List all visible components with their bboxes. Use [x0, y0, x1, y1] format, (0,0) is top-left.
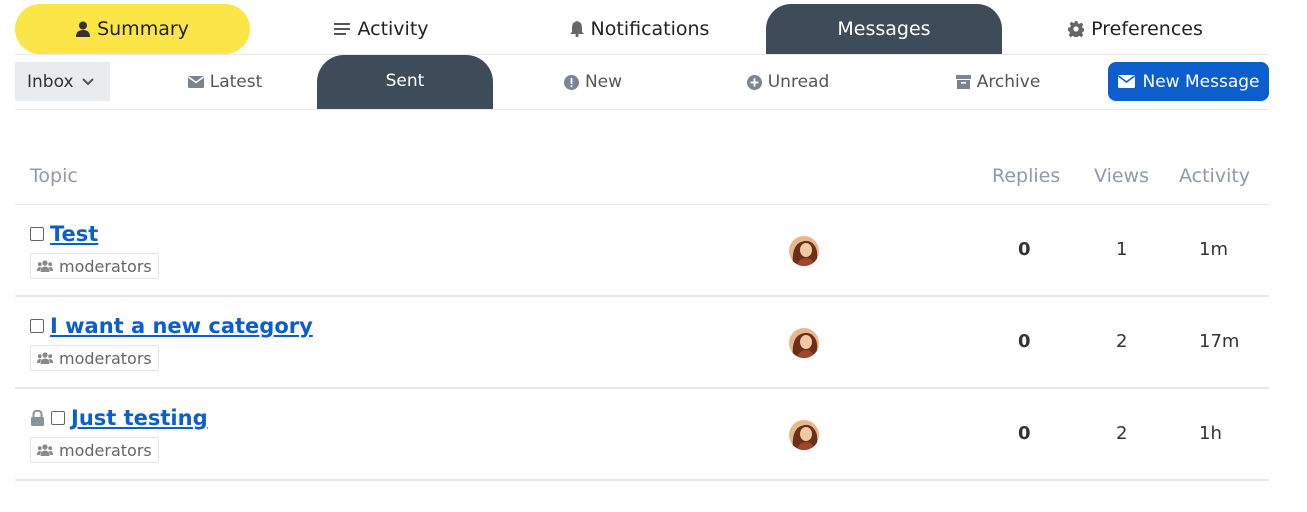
activity-time[interactable]: 17m: [1199, 331, 1239, 352]
group-tag[interactable]: moderators: [30, 437, 159, 463]
tab-messages-label: Messages: [837, 18, 931, 40]
topic-link[interactable]: I want a new category: [50, 314, 313, 338]
topic-list: Topic Replies Views Activity Test modera…: [15, 150, 1269, 481]
list-icon: [334, 22, 351, 36]
subnav-unread-label: Unread: [767, 72, 830, 92]
tab-summary[interactable]: Summary: [15, 4, 250, 54]
new-message-label: New Message: [1142, 71, 1260, 92]
user-icon: [76, 21, 91, 37]
tab-notifications-label: Notifications: [590, 18, 710, 40]
subnav-sent-label: Sent: [385, 71, 425, 91]
gear-icon: [1068, 21, 1085, 37]
bulk-select-checkbox[interactable]: [30, 319, 44, 333]
views-count: 1: [1116, 239, 1128, 260]
tab-activity-label: Activity: [357, 18, 429, 40]
inbox-label: Inbox: [27, 71, 74, 92]
views-count: 2: [1116, 331, 1128, 352]
user-nav: Summary Activity Notifications Messages …: [15, 3, 1269, 55]
subnav-new-label: New: [584, 72, 623, 92]
envelope-icon: [1117, 75, 1135, 88]
subnav-archive[interactable]: Archive: [883, 55, 1113, 109]
avatar[interactable]: [789, 420, 819, 450]
table-row: Just testing moderators 0 2 1h: [15, 389, 1269, 481]
table-row: Test moderators 0 1 1m: [15, 205, 1269, 297]
subnav-latest[interactable]: Latest: [135, 55, 315, 109]
tab-preferences-label: Preferences: [1091, 18, 1203, 40]
replies-count: 0: [1018, 331, 1031, 352]
subnav-sent[interactable]: Sent: [317, 55, 493, 109]
subnav-unread[interactable]: Unread: [693, 55, 883, 109]
header-replies[interactable]: Replies: [992, 165, 1060, 187]
tab-activity[interactable]: Activity: [250, 4, 513, 54]
group-tag[interactable]: moderators: [30, 345, 159, 371]
views-count: 2: [1116, 423, 1128, 444]
lock-icon: [30, 410, 45, 426]
avatar[interactable]: [789, 236, 819, 266]
topic-link[interactable]: Test: [50, 222, 98, 246]
activity-time[interactable]: 1m: [1199, 239, 1228, 260]
users-icon: [37, 260, 53, 272]
tab-notifications[interactable]: Notifications: [513, 4, 766, 54]
subnav-archive-label: Archive: [976, 72, 1041, 92]
users-icon: [37, 352, 53, 364]
group-tag[interactable]: moderators: [30, 253, 159, 279]
inbox-dropdown[interactable]: Inbox: [15, 62, 110, 101]
header-topic[interactable]: Topic: [30, 165, 78, 187]
table-row: I want a new category moderators 0 2 17m: [15, 297, 1269, 389]
tab-summary-label: Summary: [97, 18, 189, 40]
messages-subnav: Inbox Latest Sent New Unread Archive New…: [15, 55, 1269, 110]
topic-link[interactable]: Just testing: [71, 406, 208, 430]
table-header: Topic Replies Views Activity: [15, 150, 1269, 205]
bulk-select-checkbox[interactable]: [51, 411, 65, 425]
chevron-down-icon: [81, 77, 94, 86]
plus-circle-icon: [746, 74, 762, 90]
header-activity[interactable]: Activity: [1179, 165, 1250, 187]
replies-count: 0: [1018, 423, 1031, 444]
tab-messages[interactable]: Messages: [766, 4, 1002, 54]
group-tag-label: moderators: [59, 440, 152, 460]
bulk-select-checkbox[interactable]: [30, 227, 44, 241]
subnav-new[interactable]: New: [493, 55, 693, 109]
header-views[interactable]: Views: [1094, 165, 1149, 187]
tab-preferences[interactable]: Preferences: [1002, 4, 1269, 54]
exclamation-circle-icon: [563, 74, 579, 90]
topic-title-line: Just testing: [30, 406, 208, 430]
subnav-latest-label: Latest: [209, 72, 263, 92]
group-tag-label: moderators: [59, 256, 152, 276]
replies-count: 0: [1018, 239, 1031, 260]
group-tag-label: moderators: [59, 348, 152, 368]
activity-time[interactable]: 1h: [1199, 423, 1222, 444]
topic-title-line: Test: [30, 222, 98, 246]
new-message-button[interactable]: New Message: [1108, 62, 1269, 101]
avatar[interactable]: [789, 328, 819, 358]
archive-icon: [955, 75, 971, 89]
users-icon: [37, 444, 53, 456]
envelope-icon: [187, 76, 204, 88]
topic-title-line: I want a new category: [30, 314, 313, 338]
bell-icon: [569, 21, 584, 37]
